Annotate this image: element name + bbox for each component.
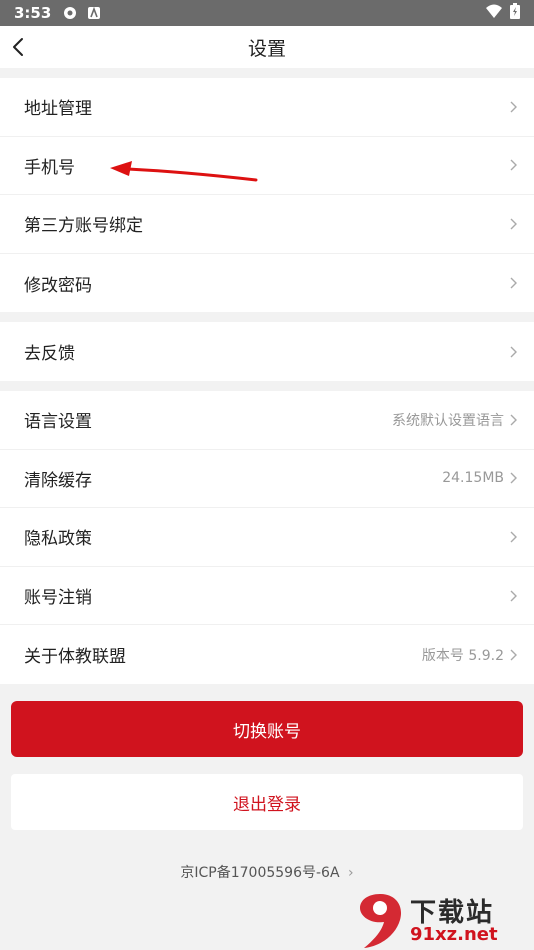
settings-group-account: 地址管理 手机号 第三方账号绑定 修改密码 [0, 78, 534, 313]
settings-row-address[interactable]: 地址管理 [0, 78, 534, 137]
title-bar: 设置 [0, 26, 534, 68]
chevron-right-icon: › [347, 865, 354, 881]
chevron-right-icon [510, 159, 517, 171]
status-time: 3:53 [14, 4, 52, 22]
settings-status-icon [63, 6, 77, 20]
row-label: 隐私政策 [24, 529, 92, 550]
settings-row-change-password[interactable]: 修改密码 [0, 254, 534, 313]
row-label: 手机号 [24, 157, 75, 178]
page-title: 设置 [247, 37, 286, 60]
settings-row-phone[interactable]: 手机号 [0, 137, 534, 196]
settings-row-privacy-policy[interactable]: 隐私政策 [0, 508, 534, 567]
settings-row-feedback[interactable]: 去反馈 [0, 322, 534, 381]
chevron-right-icon [510, 346, 517, 358]
settings-row-third-party-binding[interactable]: 第三方账号绑定 [0, 195, 534, 254]
chevron-right-icon [510, 590, 517, 602]
watermark-site: 91xz.net [410, 924, 498, 945]
switch-account-button[interactable]: 切换账号 [11, 701, 523, 757]
settings-row-delete-account[interactable]: 账号注销 [0, 567, 534, 626]
row-label: 语言设置 [24, 412, 92, 433]
watermark-logo-icon [360, 894, 402, 948]
chevron-right-icon [510, 277, 517, 289]
icp-link[interactable]: 京ICP备17005596号-6A › [0, 862, 534, 882]
row-label: 账号注销 [24, 588, 92, 609]
chevron-right-icon [510, 649, 517, 661]
battery-icon [510, 3, 520, 23]
row-label: 关于体教联盟 [24, 647, 126, 668]
chevron-right-icon [510, 531, 517, 543]
chevron-right-icon [510, 218, 517, 230]
row-value: 24.15MB [442, 470, 504, 487]
settings-group-feedback: 去反馈 [0, 322, 534, 381]
row-value: 系统默认设置语言 [392, 412, 504, 429]
status-bar: 3:53 [0, 0, 534, 26]
back-arrow-icon[interactable] [8, 34, 32, 60]
row-label: 修改密码 [24, 275, 92, 296]
settings-row-clear-cache[interactable]: 清除缓存 24.15MB [0, 450, 534, 509]
settings-row-about[interactable]: 关于体教联盟 版本号 5.9.2 [0, 625, 534, 684]
row-label: 第三方账号绑定 [24, 216, 143, 237]
icp-text: 京ICP备17005596号-6A [180, 865, 340, 881]
row-value: 版本号 5.9.2 [421, 647, 504, 664]
row-label: 地址管理 [24, 99, 92, 120]
settings-group-general: 语言设置 系统默认设置语言 清除缓存 24.15MB 隐私政策 账号注销 关于体… [0, 390, 534, 684]
logout-button[interactable]: 退出登录 [11, 774, 523, 830]
settings-row-language[interactable]: 语言设置 系统默认设置语言 [0, 391, 534, 450]
chevron-right-icon [510, 472, 517, 484]
chevron-right-icon [510, 101, 517, 113]
row-label: 去反馈 [24, 344, 75, 365]
wifi-icon [486, 4, 502, 22]
app-status-icon [87, 6, 101, 20]
row-label: 清除缓存 [24, 470, 92, 491]
watermark: 下载站 91xz.net [352, 890, 532, 950]
chevron-right-icon [510, 414, 517, 426]
